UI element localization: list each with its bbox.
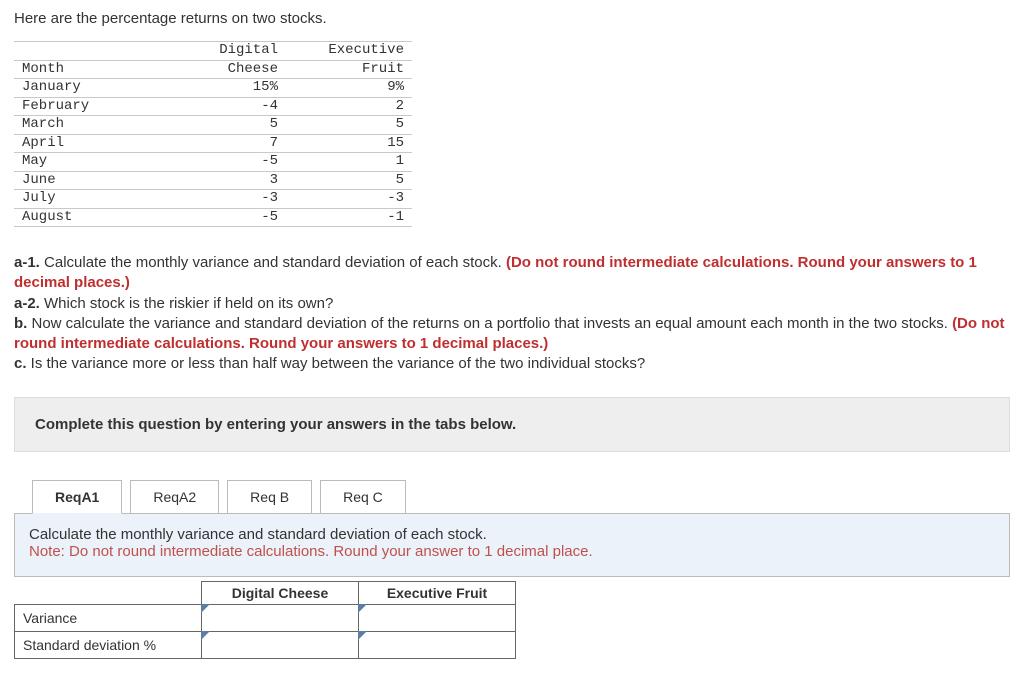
answer-col2-header: Executive Fruit — [359, 581, 516, 604]
month-cell: March — [14, 116, 160, 135]
stddev-executive-input[interactable] — [359, 631, 516, 658]
tab-req-c[interactable]: Req C — [320, 480, 406, 514]
executive-fruit-cell: 5 — [286, 116, 412, 135]
table-row: July-3-3 — [14, 190, 412, 209]
executive-fruit-cell: 1 — [286, 153, 412, 172]
question-block: a-1. Calculate the monthly variance and … — [14, 253, 1010, 375]
digital-cheese-cell: 5 — [160, 116, 286, 135]
q-b-text: Now calculate the variance and standard … — [27, 315, 952, 332]
table-row: Variance — [15, 604, 516, 631]
answer-col1-header: Digital Cheese — [202, 581, 359, 604]
col2-header-bot: Fruit — [286, 60, 412, 79]
col1-header-top: Digital — [160, 42, 286, 61]
col2-header-top: Executive — [286, 42, 412, 61]
q-a2-label: a-2. — [14, 295, 40, 312]
table-row: May-51 — [14, 153, 412, 172]
q-a1-label: a-1. — [14, 254, 40, 271]
month-cell: June — [14, 171, 160, 190]
digital-cheese-cell: -5 — [160, 153, 286, 172]
input-notch-icon — [201, 631, 210, 640]
q-a2-text: Which stock is the riskier if held on it… — [40, 295, 333, 312]
intro-text: Here are the percentage returns on two s… — [14, 10, 1010, 27]
month-cell: May — [14, 153, 160, 172]
table-row: June35 — [14, 171, 412, 190]
returns-table: Digital Executive Month Cheese Fruit Jan… — [14, 41, 412, 227]
table-row: August-5-1 — [14, 208, 412, 227]
input-notch-icon — [358, 604, 367, 613]
digital-cheese-cell: -4 — [160, 97, 286, 116]
tab-req-a2[interactable]: ReqA2 — [130, 480, 219, 514]
digital-cheese-cell: -5 — [160, 208, 286, 227]
executive-fruit-cell: 5 — [286, 171, 412, 190]
q-c-label: c. — [14, 355, 27, 372]
tab-req-b[interactable]: Req B — [227, 480, 312, 514]
table-row: March55 — [14, 116, 412, 135]
answer-table: Digital Cheese Executive Fruit Variance … — [14, 581, 516, 659]
q-a1-text: Calculate the monthly variance and stand… — [40, 254, 506, 271]
answer-row1-label: Variance — [15, 604, 202, 631]
month-header: Month — [14, 60, 160, 79]
month-cell: August — [14, 208, 160, 227]
month-cell: January — [14, 79, 160, 98]
variance-executive-input[interactable] — [359, 604, 516, 631]
tab-req-a1[interactable]: ReqA1 — [32, 480, 122, 514]
executive-fruit-cell: 9% — [286, 79, 412, 98]
q-b-label: b. — [14, 315, 27, 332]
panel-instruction-line1: Calculate the monthly variance and stand… — [29, 526, 995, 543]
digital-cheese-cell: -3 — [160, 190, 286, 209]
digital-cheese-cell: 7 — [160, 134, 286, 153]
table-row: January15%9% — [14, 79, 412, 98]
col1-header-bot: Cheese — [160, 60, 286, 79]
executive-fruit-cell: -3 — [286, 190, 412, 209]
input-notch-icon — [358, 631, 367, 640]
month-cell: April — [14, 134, 160, 153]
executive-fruit-cell: 15 — [286, 134, 412, 153]
digital-cheese-cell: 15% — [160, 79, 286, 98]
input-notch-icon — [201, 604, 210, 613]
tab-bar: ReqA1 ReqA2 Req B Req C — [32, 480, 1010, 514]
executive-fruit-cell: -1 — [286, 208, 412, 227]
month-cell: July — [14, 190, 160, 209]
panel-instruction-line2: Note: Do not round intermediate calculat… — [29, 543, 995, 560]
stddev-digital-input[interactable] — [202, 631, 359, 658]
table-row: Standard deviation % — [15, 631, 516, 658]
executive-fruit-cell: 2 — [286, 97, 412, 116]
month-cell: February — [14, 97, 160, 116]
tab-panel-a1: Calculate the monthly variance and stand… — [14, 513, 1010, 577]
q-c-text: Is the variance more or less than half w… — [27, 355, 646, 372]
variance-digital-input[interactable] — [202, 604, 359, 631]
instruction-box: Complete this question by entering your … — [14, 397, 1010, 452]
table-row: April715 — [14, 134, 412, 153]
table-row: February-42 — [14, 97, 412, 116]
digital-cheese-cell: 3 — [160, 171, 286, 190]
answer-row2-label: Standard deviation % — [15, 631, 202, 658]
